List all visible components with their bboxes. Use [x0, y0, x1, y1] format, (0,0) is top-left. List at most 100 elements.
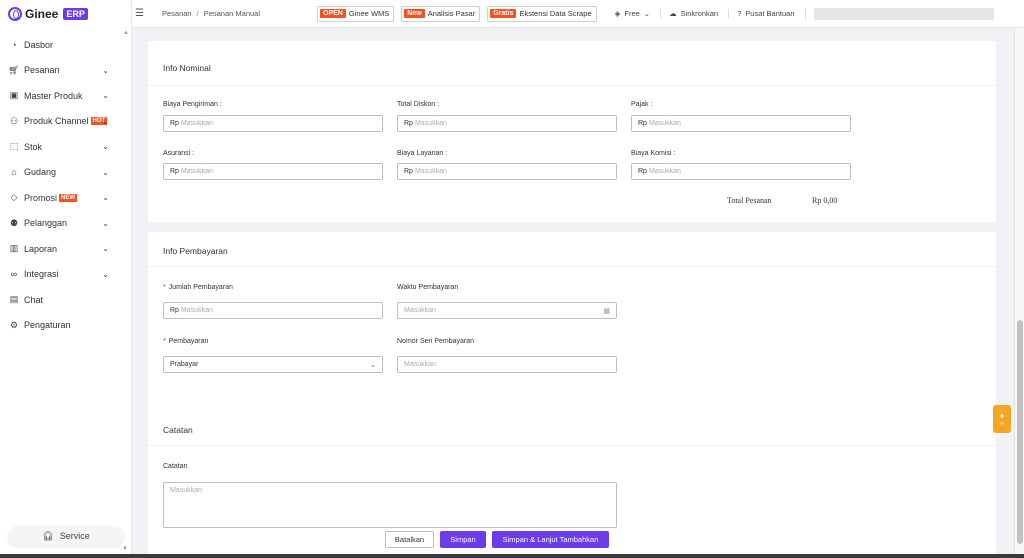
ginee-wms-button[interactable]: OPEN Ginee WMS: [317, 5, 395, 22]
info-pembayaran-card: Info Pembayaran * Jumlah Pembayaran Rp Mas…: [148, 232, 996, 429]
cancel-button[interactable]: Batalkan: [385, 531, 434, 548]
sidebar-item-chat[interactable]: ▤ Chat: [0, 287, 131, 313]
payment-time-label: Waktu Pembayaran: [397, 284, 459, 291]
section-divider: [148, 266, 996, 267]
payment-serial-input[interactable]: Masukkan: [397, 356, 617, 373]
service-button[interactable]: 🎧︎ Service: [8, 526, 124, 546]
sidebar-item-laporan[interactable]: ▥ Laporan ⌄: [0, 236, 131, 262]
total-discount-input[interactable]: Rp Masukkan: [397, 115, 617, 132]
sidebar-item-label: Stok: [24, 141, 43, 152]
sidebar-item-label: Produk Channel: [24, 116, 89, 127]
open-tag: OPEN: [320, 9, 346, 18]
breadcrumb-item: Pesanan Manual: [203, 9, 260, 18]
currency-prefix: Rp: [638, 168, 647, 175]
placeholder: Masukkan: [648, 120, 681, 127]
sidebar-item-dasbor[interactable]: ◔ Dasbor: [0, 32, 131, 58]
chevron-down-icon: ⌄: [370, 361, 376, 369]
payment-method-label: * Pembayaran: [163, 338, 208, 345]
tax-input[interactable]: Rp Masukkan: [631, 115, 851, 132]
cloud-icon: ☁: [669, 9, 677, 18]
ginee-logo-icon: [8, 7, 22, 21]
placeholder: Masukkan: [414, 120, 447, 127]
required-mark: *: [163, 284, 166, 291]
data-scrape-button[interactable]: Gratis Ekstensi Data Scrape: [487, 5, 597, 22]
sidebar-item-label: Chat: [24, 294, 44, 305]
help-center-link[interactable]: ? Pusat Bantuan: [737, 9, 794, 18]
sidebar-item-pengaturan[interactable]: ⚙ Pengaturan: [0, 313, 131, 339]
gratis-tag: Gratis: [490, 9, 517, 18]
bag-icon: ▣: [9, 90, 19, 101]
scrollbar-thumb[interactable]: [1017, 320, 1023, 544]
placeholder: Masukkan: [404, 361, 436, 368]
placeholder: Masukkan: [648, 168, 681, 175]
order-total-label: Total Pesanan: [727, 196, 772, 205]
sidebar-item-pelanggan[interactable]: ⚉ Pelanggan ⌄: [0, 211, 131, 237]
new-tag: New: [404, 9, 425, 18]
service-fee-input[interactable]: Rp Masukkan: [397, 163, 617, 180]
sidebar-item-master-produk[interactable]: ▣ Master Produk ⌄: [0, 83, 131, 109]
scrape-label: Ekstensi Data Scrape: [519, 9, 592, 18]
sidebar-item-integrasi[interactable]: ∞ Integrasi ⌄: [0, 262, 131, 288]
sidebar-item-label: Pelanggan: [24, 218, 68, 229]
page-scrollbar[interactable]: [1014, 28, 1024, 558]
market-label: Analisis Pasar: [427, 9, 476, 18]
chevron-down-icon: ⌄: [102, 244, 109, 253]
payment-method-select[interactable]: Prabayar ⌄: [163, 356, 383, 373]
payment-serial-label: Nomor Seri Pembayaran: [397, 338, 475, 345]
header-divider: [804, 8, 806, 19]
link-icon: ∞: [10, 269, 18, 280]
plan-dropdown[interactable]: ◈ Free ⌄: [615, 9, 651, 18]
sync-button[interactable]: ☁ Sinkronkan: [669, 9, 718, 18]
placeholder: Masukkan: [170, 487, 202, 494]
insurance-input[interactable]: Rp Masukkan: [163, 163, 383, 180]
tag-icon: ◇: [10, 192, 18, 203]
chevron-down-icon: ⌄: [102, 167, 109, 177]
placeholder: Masukkan: [404, 307, 436, 314]
sidebar-item-pesanan[interactable]: 🛒︎ Pesanan ⌄: [0, 58, 131, 84]
commission-fee-input[interactable]: Rp Masukkan: [631, 163, 851, 180]
save-and-add-next-button[interactable]: Simpan & Lanjut Tambahkan: [492, 531, 609, 548]
shipping-fee-input[interactable]: Rp Masukkan: [163, 115, 383, 132]
placeholder: Masukkan: [180, 120, 213, 127]
save-button[interactable]: Simpan: [440, 531, 486, 548]
service-fee-label: Biaya Layanan :: [397, 150, 448, 157]
sidebar-item-label: Integrasi: [24, 269, 59, 280]
gear-icon: ⚙: [9, 319, 19, 330]
chevron-down-icon: ⌄: [102, 218, 109, 228]
sidebar-item-label: Pengaturan: [24, 320, 71, 331]
collapse-menu-icon[interactable]: ☰: [135, 8, 145, 19]
box-icon: ⬚: [9, 141, 19, 152]
top-header: ☰ Pesanan / Pesanan Manual OPEN Ginee WMS …: [132, 0, 1024, 28]
floating-helper-tab[interactable]: ✦ ‹‹: [993, 405, 1011, 433]
currency-prefix: Rp: [638, 120, 647, 127]
currency-prefix: Rp: [404, 168, 413, 175]
sidebar-item-label: Gudang: [24, 167, 57, 178]
payment-time-picker[interactable]: Masukkan ▦: [397, 302, 617, 319]
sidebar-item-produk-channel[interactable]: ⚇ Produk Channel HOT ⌄: [0, 109, 131, 135]
info-nominal-card: Info Nominal Biaya Pengiriman : Rp Masukk…: [148, 41, 996, 222]
chevron-down-icon: ⌄: [102, 269, 109, 279]
users-icon: ⚉: [9, 217, 19, 228]
breadcrumb-item[interactable]: Pesanan: [162, 9, 192, 18]
market-analysis-button[interactable]: New Analisis Pasar: [401, 5, 481, 22]
currency-prefix: Rp: [170, 168, 179, 175]
header-divider: [660, 8, 662, 19]
sidebar-item-promosi[interactable]: ◇ Promosi NEW ⌄: [0, 185, 131, 211]
sidebar-scroll-down-icon[interactable]: ▼: [122, 546, 128, 552]
sidebar-item-stok[interactable]: ⬚ Stok ⌄: [0, 134, 131, 160]
magic-wand-icon: ✦: [998, 411, 1006, 421]
notes-textarea[interactable]: Masukkan: [163, 482, 617, 528]
logo[interactable]: Ginee ERP: [0, 0, 131, 28]
headset-icon: 🎧︎: [42, 530, 54, 541]
insurance-label: Asuransi :: [163, 150, 195, 157]
taskbar-strip: [0, 554, 1024, 558]
sidebar-item-label: Laporan: [24, 243, 58, 254]
account-info-blurred[interactable]: [813, 7, 994, 20]
expand-arrows-icon: ‹‹: [1000, 420, 1004, 427]
chevron-down-icon: ⌄: [102, 142, 109, 151]
tax-label: Pajak :: [631, 101, 653, 108]
sidebar-item-gudang[interactable]: ⌂ Gudang ⌄: [0, 160, 131, 186]
section-title: Info Pembayaran: [163, 246, 228, 256]
payment-amount-input[interactable]: Rp Masukkan: [163, 302, 383, 319]
plan-label: Free: [624, 9, 640, 18]
